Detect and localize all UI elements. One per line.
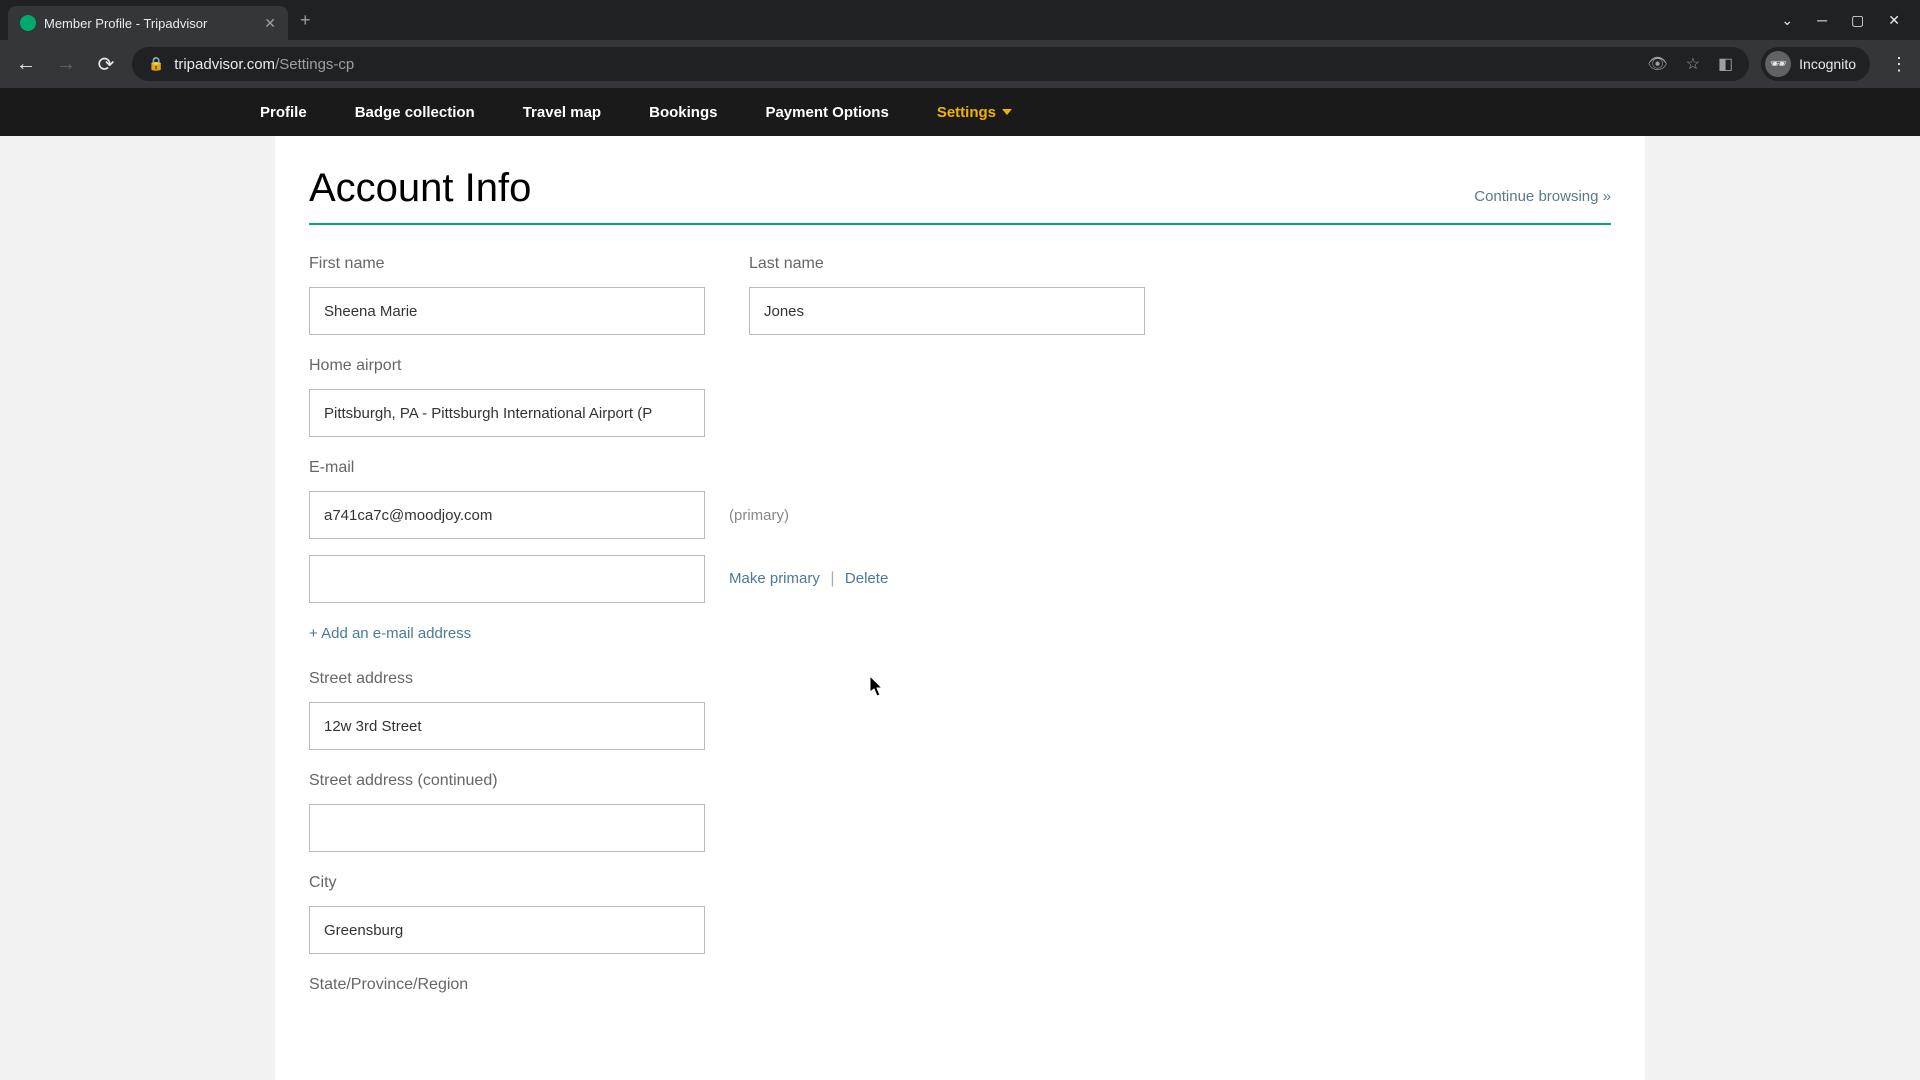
home-airport-label: Home airport <box>309 357 1611 375</box>
incognito-label: Incognito <box>1799 56 1856 72</box>
browser-menu-button[interactable]: ⋮ <box>1890 54 1908 75</box>
viewport[interactable]: Account Info Continue browsing » First n… <box>0 136 1920 1080</box>
new-tab-button[interactable]: + <box>300 10 311 31</box>
chevron-down-icon[interactable]: ⌄ <box>1781 12 1793 29</box>
add-email-link[interactable]: + Add an e-mail address <box>309 625 471 642</box>
back-button[interactable]: ← <box>12 53 40 76</box>
page-header: Account Info Continue browsing » <box>309 166 1611 225</box>
site-nav: Profile Badge collection Travel map Book… <box>0 88 1920 136</box>
nav-settings-label: Settings <box>937 104 996 121</box>
minimize-button[interactable]: ─ <box>1817 12 1827 29</box>
chevron-down-icon <box>1002 109 1012 115</box>
city-label: City <box>309 874 1611 892</box>
close-tab-icon[interactable]: ✕ <box>264 15 276 32</box>
nav-badge-collection[interactable]: Badge collection <box>355 104 475 121</box>
eye-off-icon[interactable]: 👁 <box>1647 54 1667 74</box>
city-input[interactable] <box>309 906 705 954</box>
tab-title: Member Profile - Tripadvisor <box>44 16 256 31</box>
street-address-2-label: Street address (continued) <box>309 772 1611 790</box>
nav-bookings[interactable]: Bookings <box>649 104 717 121</box>
street-address-2-input[interactable] <box>309 804 705 852</box>
incognito-icon: 🕶 <box>1765 51 1791 77</box>
last-name-input[interactable] <box>749 287 1145 335</box>
nav-payment-options[interactable]: Payment Options <box>765 104 888 121</box>
content-card: Account Info Continue browsing » First n… <box>275 136 1645 1080</box>
close-window-button[interactable]: ✕ <box>1888 12 1900 29</box>
state-label: State/Province/Region <box>309 976 1611 994</box>
maximize-button[interactable]: ▢ <box>1851 12 1864 29</box>
extension-icon[interactable]: ◧ <box>1718 54 1733 74</box>
nav-settings[interactable]: Settings <box>937 104 1012 121</box>
first-name-label: First name <box>309 255 705 273</box>
delete-email-link[interactable]: Delete <box>845 570 888 587</box>
link-divider: | <box>830 570 834 587</box>
lock-icon: 🔒 <box>148 56 164 72</box>
url-host: tripadvisor.com <box>174 56 275 73</box>
make-primary-link[interactable]: Make primary <box>729 570 820 587</box>
email-secondary-input[interactable] <box>309 555 705 603</box>
url-text: tripadvisor.com/Settings-cp <box>174 56 354 73</box>
window-controls: ⌄ ─ ▢ ✕ <box>1781 12 1912 29</box>
tab-favicon <box>20 15 36 31</box>
first-name-input[interactable] <box>309 287 705 335</box>
nav-travel-map[interactable]: Travel map <box>523 104 601 121</box>
street-address-label: Street address <box>309 670 1611 688</box>
street-address-input[interactable] <box>309 702 705 750</box>
reload-button[interactable]: ⟳ <box>92 52 120 77</box>
forward-button[interactable]: → <box>52 53 80 76</box>
browser-tab-bar: Member Profile - Tripadvisor ✕ + ⌄ ─ ▢ ✕ <box>0 0 1920 40</box>
email-label: E-mail <box>309 459 1611 477</box>
page-title: Account Info <box>309 166 531 211</box>
incognito-badge[interactable]: 🕶 Incognito <box>1761 47 1870 81</box>
address-bar[interactable]: 🔒 tripadvisor.com/Settings-cp 👁 ☆ ◧ <box>132 47 1749 81</box>
star-icon[interactable]: ☆ <box>1686 54 1700 74</box>
url-path: /Settings-cp <box>275 56 354 73</box>
browser-tab[interactable]: Member Profile - Tripadvisor ✕ <box>8 6 288 40</box>
address-bar-row: ← → ⟳ 🔒 tripadvisor.com/Settings-cp 👁 ☆ … <box>0 40 1920 88</box>
home-airport-input[interactable] <box>309 389 705 437</box>
nav-profile[interactable]: Profile <box>260 104 307 121</box>
last-name-label: Last name <box>749 255 1145 273</box>
email-primary-input[interactable] <box>309 491 705 539</box>
primary-indicator: (primary) <box>729 507 789 524</box>
continue-browsing-link[interactable]: Continue browsing » <box>1474 188 1611 205</box>
